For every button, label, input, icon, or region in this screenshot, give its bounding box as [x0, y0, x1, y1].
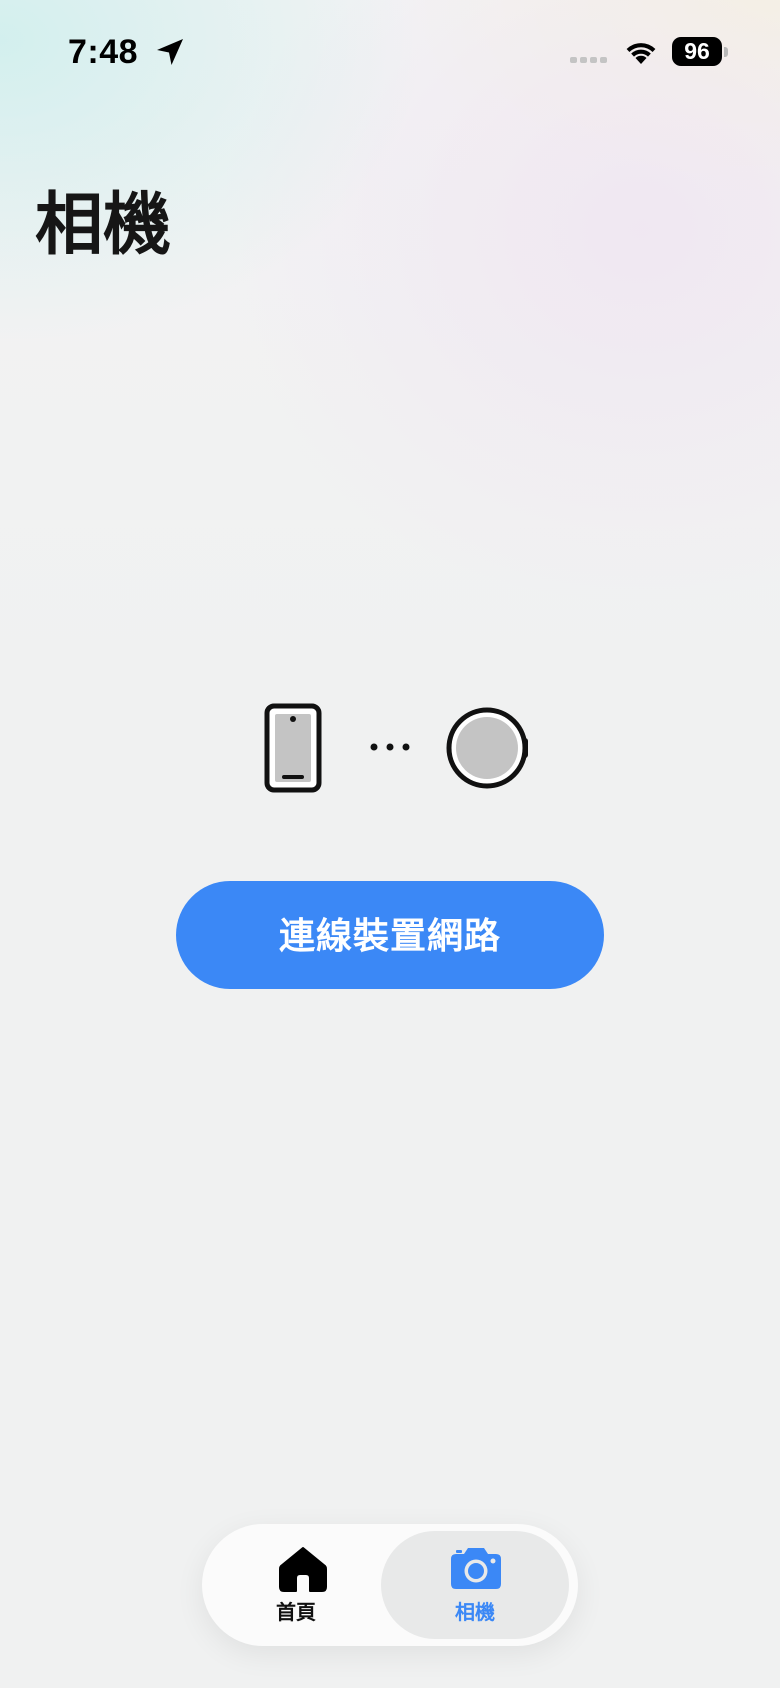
battery-level: 96: [672, 37, 722, 66]
tab-home[interactable]: 首頁: [202, 1524, 390, 1646]
tab-camera-label: 相機: [455, 1600, 495, 1624]
battery-icon: 96: [672, 37, 728, 67]
location-arrow-icon: [157, 39, 183, 65]
wifi-icon: [626, 43, 656, 64]
page-title: 相機: [35, 186, 172, 265]
tab-camera[interactable]: 相機: [381, 1531, 569, 1639]
cellular-signal-icon: [570, 57, 607, 63]
tab-bar: 首頁 相機: [202, 1524, 578, 1646]
connect-device-network-button[interactable]: 連線裝置網路: [176, 881, 604, 989]
ellipsis-icon: [370, 743, 410, 751]
home-icon: [279, 1547, 327, 1592]
camera-icon: [451, 1548, 501, 1589]
phone-icon: [264, 703, 322, 793]
status-time: 7:48: [68, 33, 139, 71]
battery-tip: [724, 47, 728, 57]
camera-device-icon: [446, 707, 528, 789]
tab-home-label: 首頁: [276, 1600, 316, 1624]
